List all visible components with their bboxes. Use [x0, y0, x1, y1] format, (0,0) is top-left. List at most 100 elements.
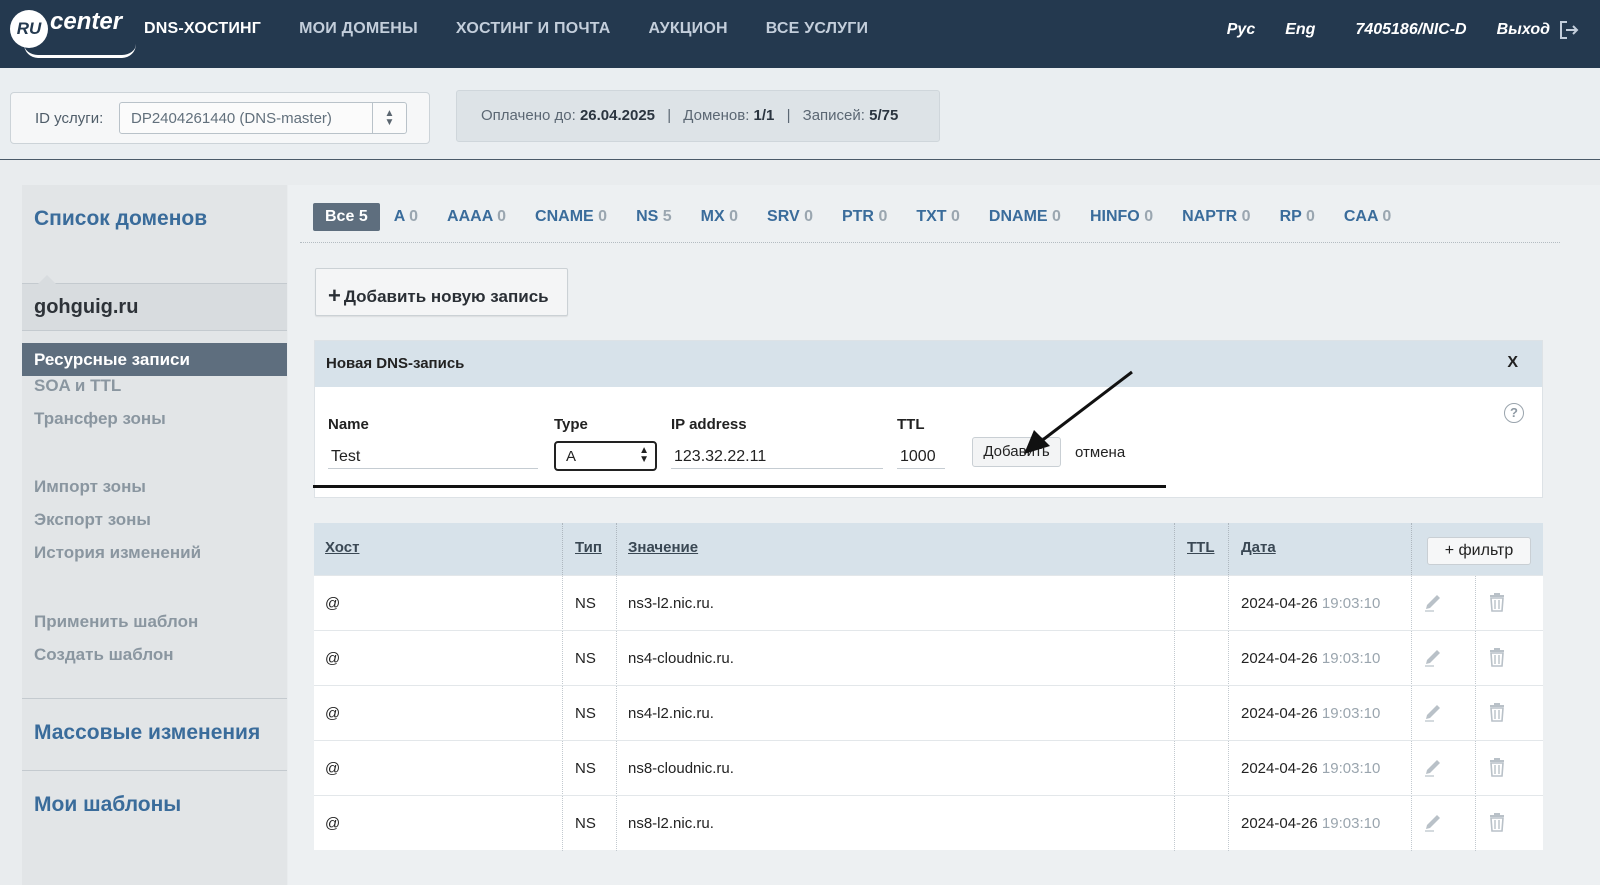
- filter-label: HINFO: [1089, 208, 1140, 225]
- filter-count: 0: [804, 208, 813, 225]
- filter-dname[interactable]: DNAME 0: [989, 208, 1061, 226]
- filter-cname[interactable]: CNAME 0: [535, 208, 607, 226]
- cell-date: 2024-04-26 19:03:10: [1241, 595, 1380, 612]
- add-filter-button[interactable]: + фильтр: [1427, 537, 1531, 565]
- filter-caa[interactable]: CAA 0: [1344, 208, 1391, 226]
- sidebar-item-zone-export[interactable]: Экспорт зоны: [34, 510, 151, 530]
- sidebar-domain-list-link[interactable]: Список доменов: [34, 207, 207, 231]
- trash-icon[interactable]: [1486, 756, 1508, 778]
- header-ttl[interactable]: TTL: [1187, 539, 1215, 556]
- column-divider: [562, 576, 563, 631]
- service-id-select[interactable]: DP2404261440 (DNS-master) ▲ ▼: [119, 102, 407, 134]
- filter-label: A: [393, 208, 405, 225]
- header-host[interactable]: Хост: [325, 539, 359, 556]
- sidebar: Список доменов gohguig.ru Ресурсные запи…: [22, 185, 287, 885]
- sidebar-mass-changes-link[interactable]: Массовые изменения: [34, 721, 260, 745]
- filter-label: RP: [1279, 208, 1302, 225]
- header-date[interactable]: Дата: [1241, 539, 1276, 556]
- stat-separator: |: [786, 107, 791, 124]
- sidebar-item-resource-records[interactable]: Ресурсные записи: [22, 343, 287, 376]
- filter-ptr[interactable]: PTR 0: [842, 208, 887, 226]
- cell-value: ns4-l2.nic.ru.: [628, 705, 714, 722]
- column-divider: [1411, 576, 1412, 631]
- sidebar-item-label: Ресурсные записи: [34, 350, 190, 369]
- time-value: 19:03:10: [1321, 705, 1381, 722]
- header-type[interactable]: Тип: [575, 539, 602, 556]
- lang-ru-link[interactable]: Рус: [1227, 21, 1255, 39]
- column-divider: [1228, 796, 1229, 851]
- filter-count: 0: [497, 208, 507, 225]
- filter-label: DNAME: [988, 208, 1048, 225]
- name-input[interactable]: [328, 442, 538, 469]
- nav-my-domains[interactable]: МОИ ДОМЕНЫ: [299, 20, 418, 38]
- cell-date: 2024-04-26 19:03:10: [1241, 650, 1380, 667]
- column-divider: [1228, 523, 1229, 575]
- lang-en-link[interactable]: Eng: [1285, 21, 1315, 39]
- nav-all-services[interactable]: ВСЕ УСЛУГИ: [766, 20, 868, 38]
- table-row: @ NS ns4-l2.nic.ru. 2024-04-26 19:03:10: [314, 685, 1543, 741]
- logout-icon[interactable]: [1558, 20, 1580, 40]
- ttl-input[interactable]: [897, 442, 945, 469]
- add-record-button[interactable]: + Добавить новую запись: [315, 268, 568, 316]
- filter-naptr[interactable]: NAPTR 0: [1182, 208, 1250, 226]
- filter-aaaa[interactable]: AAAA 0: [447, 208, 506, 226]
- sidebar-my-templates-link[interactable]: Мои шаблоны: [34, 793, 181, 817]
- header-value[interactable]: Значение: [628, 539, 698, 556]
- filter-hinfo[interactable]: HINFO 0: [1090, 208, 1153, 226]
- trash-icon[interactable]: [1486, 811, 1508, 833]
- edit-icon[interactable]: [1422, 756, 1444, 778]
- service-id-box: ID услуги: DP2404261440 (DNS-master) ▲ ▼: [10, 92, 430, 144]
- new-record-header: Новая DNS-запись X: [315, 341, 1542, 387]
- help-icon[interactable]: ?: [1504, 403, 1524, 423]
- cell-host: @: [325, 815, 341, 832]
- sidebar-item-zone-import[interactable]: Импорт зоны: [34, 477, 146, 497]
- sidebar-item-zone-transfer[interactable]: Трансфер зоны: [34, 409, 166, 429]
- type-select[interactable]: A ▲ ▼: [554, 441, 657, 471]
- trash-icon[interactable]: [1486, 591, 1508, 613]
- filter-count: 0: [409, 208, 419, 225]
- filter-all[interactable]: Все 5: [313, 203, 380, 231]
- filter-a[interactable]: A 0: [394, 208, 418, 226]
- trash-icon[interactable]: [1486, 646, 1508, 668]
- add-record-label: Добавить новую запись: [343, 287, 549, 306]
- sidebar-item-soa-ttl[interactable]: SOA и TTL: [34, 376, 121, 396]
- table-row: @ NS ns3-l2.nic.ru. 2024-04-26 19:03:10: [314, 575, 1543, 631]
- type-select-value: A: [566, 448, 577, 465]
- table-row: @ NS ns4-cloudnic.ru. 2024-04-26 19:03:1…: [314, 630, 1543, 686]
- edit-icon[interactable]: [1422, 591, 1444, 613]
- column-divider: [562, 796, 563, 851]
- column-divider: [1475, 796, 1476, 851]
- filter-rp[interactable]: RP 0: [1280, 208, 1315, 226]
- edit-icon[interactable]: [1422, 701, 1444, 723]
- edit-icon[interactable]: [1422, 646, 1444, 668]
- sidebar-item-apply-template[interactable]: Применить шаблон: [34, 612, 198, 632]
- filter-label: CNAME: [535, 208, 594, 225]
- sidebar-item-create-template[interactable]: Создать шаблон: [34, 645, 174, 665]
- main-content: Все 5 A 0 AAAA 0 CNAME 0 NS 5 MX 0 SRV 0…: [288, 185, 1600, 885]
- ip-address-input[interactable]: [671, 442, 883, 469]
- trash-icon[interactable]: [1486, 701, 1508, 723]
- filter-ns[interactable]: NS 5: [636, 208, 672, 226]
- rucenter-logo[interactable]: RU center: [10, 8, 136, 60]
- nav-auction[interactable]: АУКЦИОН: [649, 20, 728, 38]
- filter-count: 0: [878, 208, 888, 225]
- logo-text: center: [50, 8, 123, 35]
- edit-icon[interactable]: [1422, 811, 1444, 833]
- filter-mx[interactable]: MX 0: [701, 208, 738, 226]
- time-value: 19:03:10: [1321, 760, 1381, 777]
- column-divider: [616, 523, 617, 575]
- nav-dns-hosting[interactable]: DNS-ХОСТИНГ: [144, 20, 261, 38]
- column-divider: [1228, 741, 1229, 796]
- logout-link[interactable]: Выход: [1497, 21, 1550, 39]
- column-divider: [1228, 686, 1229, 741]
- cell-type: NS: [575, 760, 596, 777]
- filter-srv[interactable]: SRV 0: [767, 208, 813, 226]
- filter-txt[interactable]: TXT 0: [916, 208, 960, 226]
- column-divider: [1475, 576, 1476, 631]
- column-divider: [1228, 576, 1229, 631]
- nav-hosting-mail[interactable]: ХОСТИНГ И ПОЧТА: [456, 20, 611, 38]
- column-divider: [1411, 631, 1412, 686]
- account-link[interactable]: 7405186/NIC-D: [1355, 21, 1466, 39]
- close-button[interactable]: X: [1507, 354, 1518, 372]
- sidebar-item-change-history[interactable]: История изменений: [34, 543, 201, 563]
